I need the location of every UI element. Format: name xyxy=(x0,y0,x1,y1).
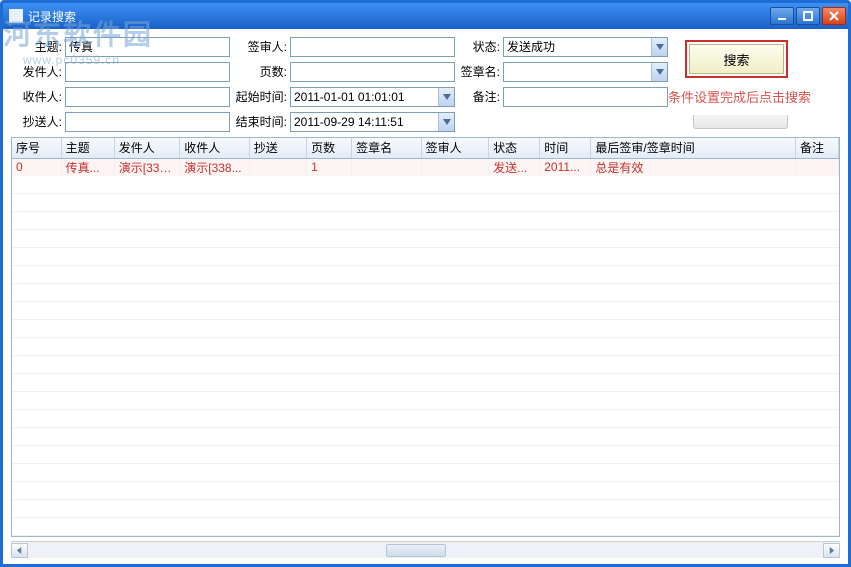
col-receiver[interactable]: 收件人 xyxy=(180,138,250,158)
scroll-left-icon[interactable] xyxy=(11,543,28,558)
col-cc[interactable]: 抄送 xyxy=(249,138,306,158)
receiver-input[interactable] xyxy=(65,87,230,107)
status-combo[interactable]: 发送成功 xyxy=(503,37,668,57)
scroll-thumb[interactable] xyxy=(386,544,446,557)
chevron-down-icon xyxy=(438,113,454,131)
subject-label: 主题: xyxy=(13,38,65,55)
start-time-picker[interactable]: 2011-01-01 01:01:01 xyxy=(290,87,455,107)
secondary-button[interactable] xyxy=(668,115,788,129)
status-label: 状态: xyxy=(455,38,503,55)
end-time-label: 结束时间: xyxy=(230,113,290,130)
sender-input[interactable] xyxy=(65,62,230,82)
search-form: 主题: 签审人: 状态: 发送成功 搜索 发件人: 页数: 签章名: 收件人: … xyxy=(3,29,848,137)
grid-header: 序号 主题 发件人 收件人 抄送 页数 签章名 签审人 状态 时间 最后签审/签… xyxy=(12,138,839,158)
col-index[interactable]: 序号 xyxy=(12,138,61,158)
sealname-label: 签章名: xyxy=(455,63,503,80)
search-button[interactable]: 搜索 xyxy=(689,44,784,74)
col-sender[interactable]: 发件人 xyxy=(114,138,179,158)
remark-label: 备注: xyxy=(455,88,503,105)
grid-empty-area xyxy=(12,176,839,536)
pages-label: 页数: xyxy=(230,63,290,80)
subject-input[interactable] xyxy=(65,37,230,57)
col-remark[interactable]: 备注 xyxy=(795,138,838,158)
title-bar: 记录搜索 xyxy=(3,3,848,29)
start-time-label: 起始时间: xyxy=(230,88,290,105)
chevron-down-icon xyxy=(651,38,667,56)
table-row[interactable]: 0传真... 演示[338...演示[338... 1 发送...2011...… xyxy=(12,158,839,176)
receiver-label: 收件人: xyxy=(13,88,65,105)
grid-body: 0传真... 演示[338...演示[338... 1 发送...2011...… xyxy=(12,158,839,176)
end-time-picker[interactable]: 2011-09-29 14:11:51 xyxy=(290,112,455,132)
col-time[interactable]: 时间 xyxy=(540,138,591,158)
scroll-track[interactable] xyxy=(28,543,823,558)
cc-label: 抄送人: xyxy=(13,113,65,130)
approver-input[interactable] xyxy=(290,37,455,57)
chevron-down-icon xyxy=(651,63,667,81)
horizontal-scrollbar[interactable] xyxy=(11,541,840,558)
sealname-combo[interactable] xyxy=(503,62,668,82)
window: 记录搜索 河东软件园 www.pc0359.cn 主题: 签审人: 状态: 发送… xyxy=(0,0,851,567)
close-button[interactable] xyxy=(822,7,846,25)
pages-input[interactable] xyxy=(290,62,455,82)
col-approver[interactable]: 签审人 xyxy=(421,138,489,158)
results-grid: 序号 主题 发件人 收件人 抄送 页数 签章名 签审人 状态 时间 最后签审/签… xyxy=(11,137,840,537)
col-pages[interactable]: 页数 xyxy=(307,138,352,158)
minimize-button[interactable] xyxy=(770,7,794,25)
col-lasttime[interactable]: 最后签审/签章时间 xyxy=(591,138,796,158)
cc-input[interactable] xyxy=(65,112,230,132)
search-button-highlight: 搜索 xyxy=(685,40,788,78)
hint-text: 条件设置完成后点击搜索 xyxy=(668,87,788,106)
scroll-right-icon[interactable] xyxy=(823,543,840,558)
maximize-button[interactable] xyxy=(796,7,820,25)
col-subject[interactable]: 主题 xyxy=(61,138,114,158)
approver-label: 签审人: xyxy=(230,38,290,55)
window-title: 记录搜索 xyxy=(28,8,770,25)
app-icon xyxy=(9,9,23,23)
col-status[interactable]: 状态 xyxy=(489,138,540,158)
remark-input[interactable] xyxy=(503,87,668,107)
col-sealname[interactable]: 签章名 xyxy=(352,138,422,158)
chevron-down-icon xyxy=(438,88,454,106)
sender-label: 发件人: xyxy=(13,63,65,80)
